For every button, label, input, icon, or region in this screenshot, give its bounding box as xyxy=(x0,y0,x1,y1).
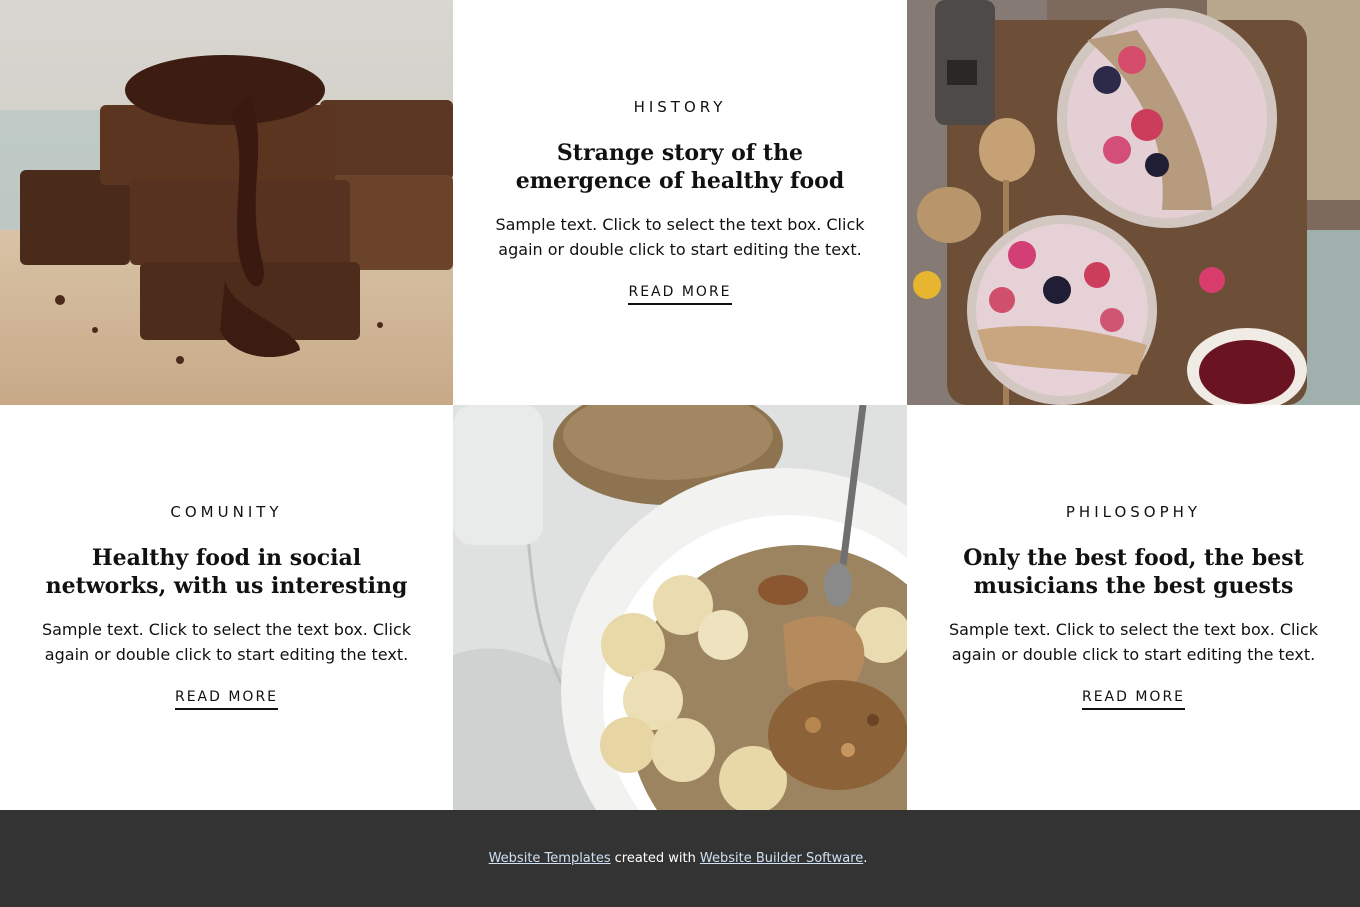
brownies-photo xyxy=(0,0,453,405)
content-grid: HISTORY Strange story of the emergence o… xyxy=(0,0,1360,810)
footer-period: . xyxy=(863,851,868,866)
philosophy-kicker: PHILOSOPHY xyxy=(1065,503,1202,521)
website-templates-link[interactable]: Website Templates xyxy=(489,851,611,866)
philosophy-card: PHILOSOPHY Only the best food, the best … xyxy=(907,405,1360,810)
community-card: COMUNITY Healthy food in social networks… xyxy=(0,405,453,810)
history-card: HISTORY Strange story of the emergence o… xyxy=(453,0,907,405)
philosophy-read-more-link[interactable]: READ MORE xyxy=(1081,689,1186,710)
community-heading: Healthy food in social networks, with us… xyxy=(45,545,408,599)
footer-created-with-text: created with xyxy=(614,851,696,866)
history-kicker: HISTORY xyxy=(633,98,727,116)
history-body-text: Sample text. Click to select the text bo… xyxy=(495,215,865,259)
smoothie-bowls-photo xyxy=(907,0,1360,405)
community-body-text: Sample text. Click to select the text bo… xyxy=(41,620,412,664)
brownies-image xyxy=(0,0,453,405)
smoothie-bowls-image xyxy=(907,0,1360,405)
community-read-more-link[interactable]: READ MORE xyxy=(174,689,279,710)
site-footer: Website Templates created with Website B… xyxy=(0,810,1360,907)
oatmeal-bowl-photo xyxy=(453,405,907,810)
philosophy-heading: Only the best food, the best musicians t… xyxy=(963,545,1304,599)
website-builder-software-link[interactable]: Website Builder Software xyxy=(700,851,863,866)
history-heading: Strange story of the emergence of health… xyxy=(515,140,845,194)
community-kicker: COMUNITY xyxy=(170,503,283,521)
history-read-more-link[interactable]: READ MORE xyxy=(628,284,732,305)
oatmeal-bowl-image xyxy=(453,405,907,810)
philosophy-body-text: Sample text. Click to select the text bo… xyxy=(948,620,1319,664)
